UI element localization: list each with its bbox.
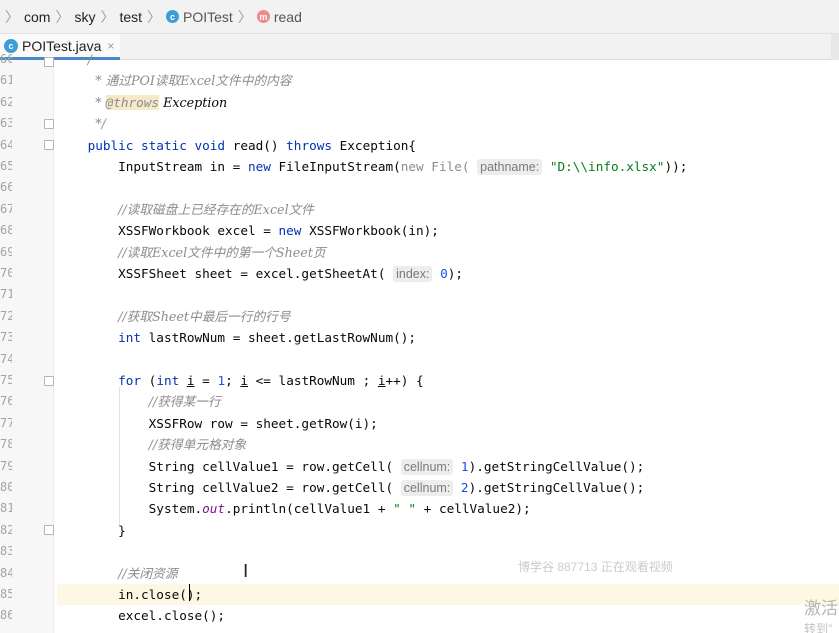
line-comment: //获得单元格对象 [148,437,247,453]
code-line: String cellValue1 = row.getCell( cellnum… [57,458,645,475]
code-editor[interactable]: 60 61 62 63 64 65 66 67 68 69 70 71 72 7… [0,52,839,633]
code-line: String cellValue2 = row.getCell( cellnum… [57,480,645,496]
code-line: //获得某一行 [57,391,839,412]
line-number: 70 [0,266,12,280]
line-number: 63 [0,116,12,131]
line-comment: //获取Sheet中最后一行的行号 [118,308,291,324]
breadcrumb: 〉 com 〉 sky 〉 test 〉 c POITest 〉 m read [0,0,839,34]
code-line: //读取Excel文件中的第一个Sheet页 [57,242,839,263]
line-number: 81 [0,501,12,516]
method-icon: m [256,10,270,23]
class-icon: c [166,10,180,23]
chevron-right-icon: 〉 [147,8,162,25]
line-number: 68 [0,223,12,238]
chevron-right-icon: 〉 [55,8,70,25]
code-line: XSSFWorkbook excel = new XSSFWorkbook(in… [57,223,439,239]
breadcrumb-item-test[interactable]: test [119,0,142,33]
breadcrumb-item-com[interactable]: com [24,0,50,33]
code-line: InputStream in = new FileInputStream(new… [57,159,688,175]
line-comment: //关闭资源 [118,565,178,581]
breadcrumb-class-label: POITest [183,8,233,25]
chevron-right-icon: 〉 [5,8,19,25]
breadcrumb-method-label: read [273,8,302,25]
code-line: */ [95,116,106,132]
line-number: 82 [0,522,12,537]
parameter-hint: pathname: [477,159,543,175]
javadoc-comment: * 通过POI读取Excel文件中的内容 [95,73,292,89]
line-number: 72 [0,308,12,323]
line-number: 85 [0,587,12,601]
line-number: 80 [0,480,12,494]
ibeam-cursor-icon: I [243,561,249,582]
windows-activation-notice: 激活 [804,599,838,618]
line-number: 66 [0,180,12,195]
code-line: //获得单元格对象 [57,434,839,455]
code-line: XSSFRow row = sheet.getRow(i); [57,415,378,431]
fold-marker-icon[interactable] [44,57,54,67]
fold-marker-icon[interactable] [44,140,54,150]
line-number: 62 [0,94,12,109]
code-line: //读取磁盘上已经存在的Excel文件 [57,199,839,220]
chevron-right-icon: 〉 [100,8,115,25]
line-number: 75 [0,373,12,387]
code-line: excel.close(); [57,608,226,624]
line-number: 83 [0,544,12,559]
string-literal: " " [393,501,417,517]
code-line: / [87,52,92,67]
line-comment: //读取磁盘上已经存在的Excel文件 [118,201,314,217]
video-watermark: 博学谷 887713 正在观看视频 [518,560,673,574]
line-number: 73 [0,330,12,345]
code-line: XSSFSheet sheet = excel.getSheetAt( inde… [57,266,464,282]
code-line: System.out.println(cellValue1 + " " + ce… [57,501,531,517]
line-number: 69 [0,244,12,259]
line-comment: //读取Excel文件中的第一个Sheet页 [118,244,326,260]
line-gutter: 60 61 62 63 64 65 66 67 68 69 70 71 72 7… [0,52,54,633]
string-literal: "D:\\info.xlsx" [549,159,665,174]
line-number: 78 [0,437,12,452]
fold-marker-icon[interactable] [44,376,54,386]
breadcrumb-item-class[interactable]: c POITest [166,0,233,33]
code-line: * 通过POI读取Excel文件中的内容 [57,70,839,91]
windows-activation-subtext: 转到" [804,622,833,633]
line-number: 76 [0,394,12,409]
breadcrumb-item-sky[interactable]: sky [74,0,95,33]
line-number: 64 [0,137,12,152]
line-number: 67 [0,201,12,216]
line-number: 61 [0,73,12,88]
code-line: * @throws Exception [95,94,228,110]
code-line: //关闭资源 [57,563,839,584]
line-comment: //获得某一行 [148,394,221,410]
text-caret [189,584,190,601]
line-number: 84 [0,565,12,580]
fold-marker-icon[interactable] [44,119,54,129]
parameter-hint: index: [393,266,433,282]
line-number: 71 [0,287,12,302]
parameter-hint: cellnum: [400,480,454,496]
chevron-right-icon: 〉 [237,8,252,25]
code-line: int lastRowNum = sheet.getLastRowNum(); [118,330,417,346]
code-line: //获取Sheet中最后一行的行号 [57,306,839,327]
fold-marker-icon[interactable] [44,525,54,535]
code-line-current: in.close(); [57,584,839,606]
code-line: } [57,522,126,538]
code-line: for (int i = 1; i <= lastRowNum ; i++) { [118,373,424,388]
line-number: 65 [0,159,12,173]
code-line: public static void read() throws Excepti… [87,137,417,153]
line-number: 77 [0,415,12,430]
line-number: 86 [0,608,12,623]
breadcrumb-item-method[interactable]: m read [256,0,302,33]
line-number: 74 [0,351,12,366]
line-number: 60 [0,52,12,66]
line-number: 79 [0,458,12,473]
parameter-hint: cellnum: [400,458,454,475]
